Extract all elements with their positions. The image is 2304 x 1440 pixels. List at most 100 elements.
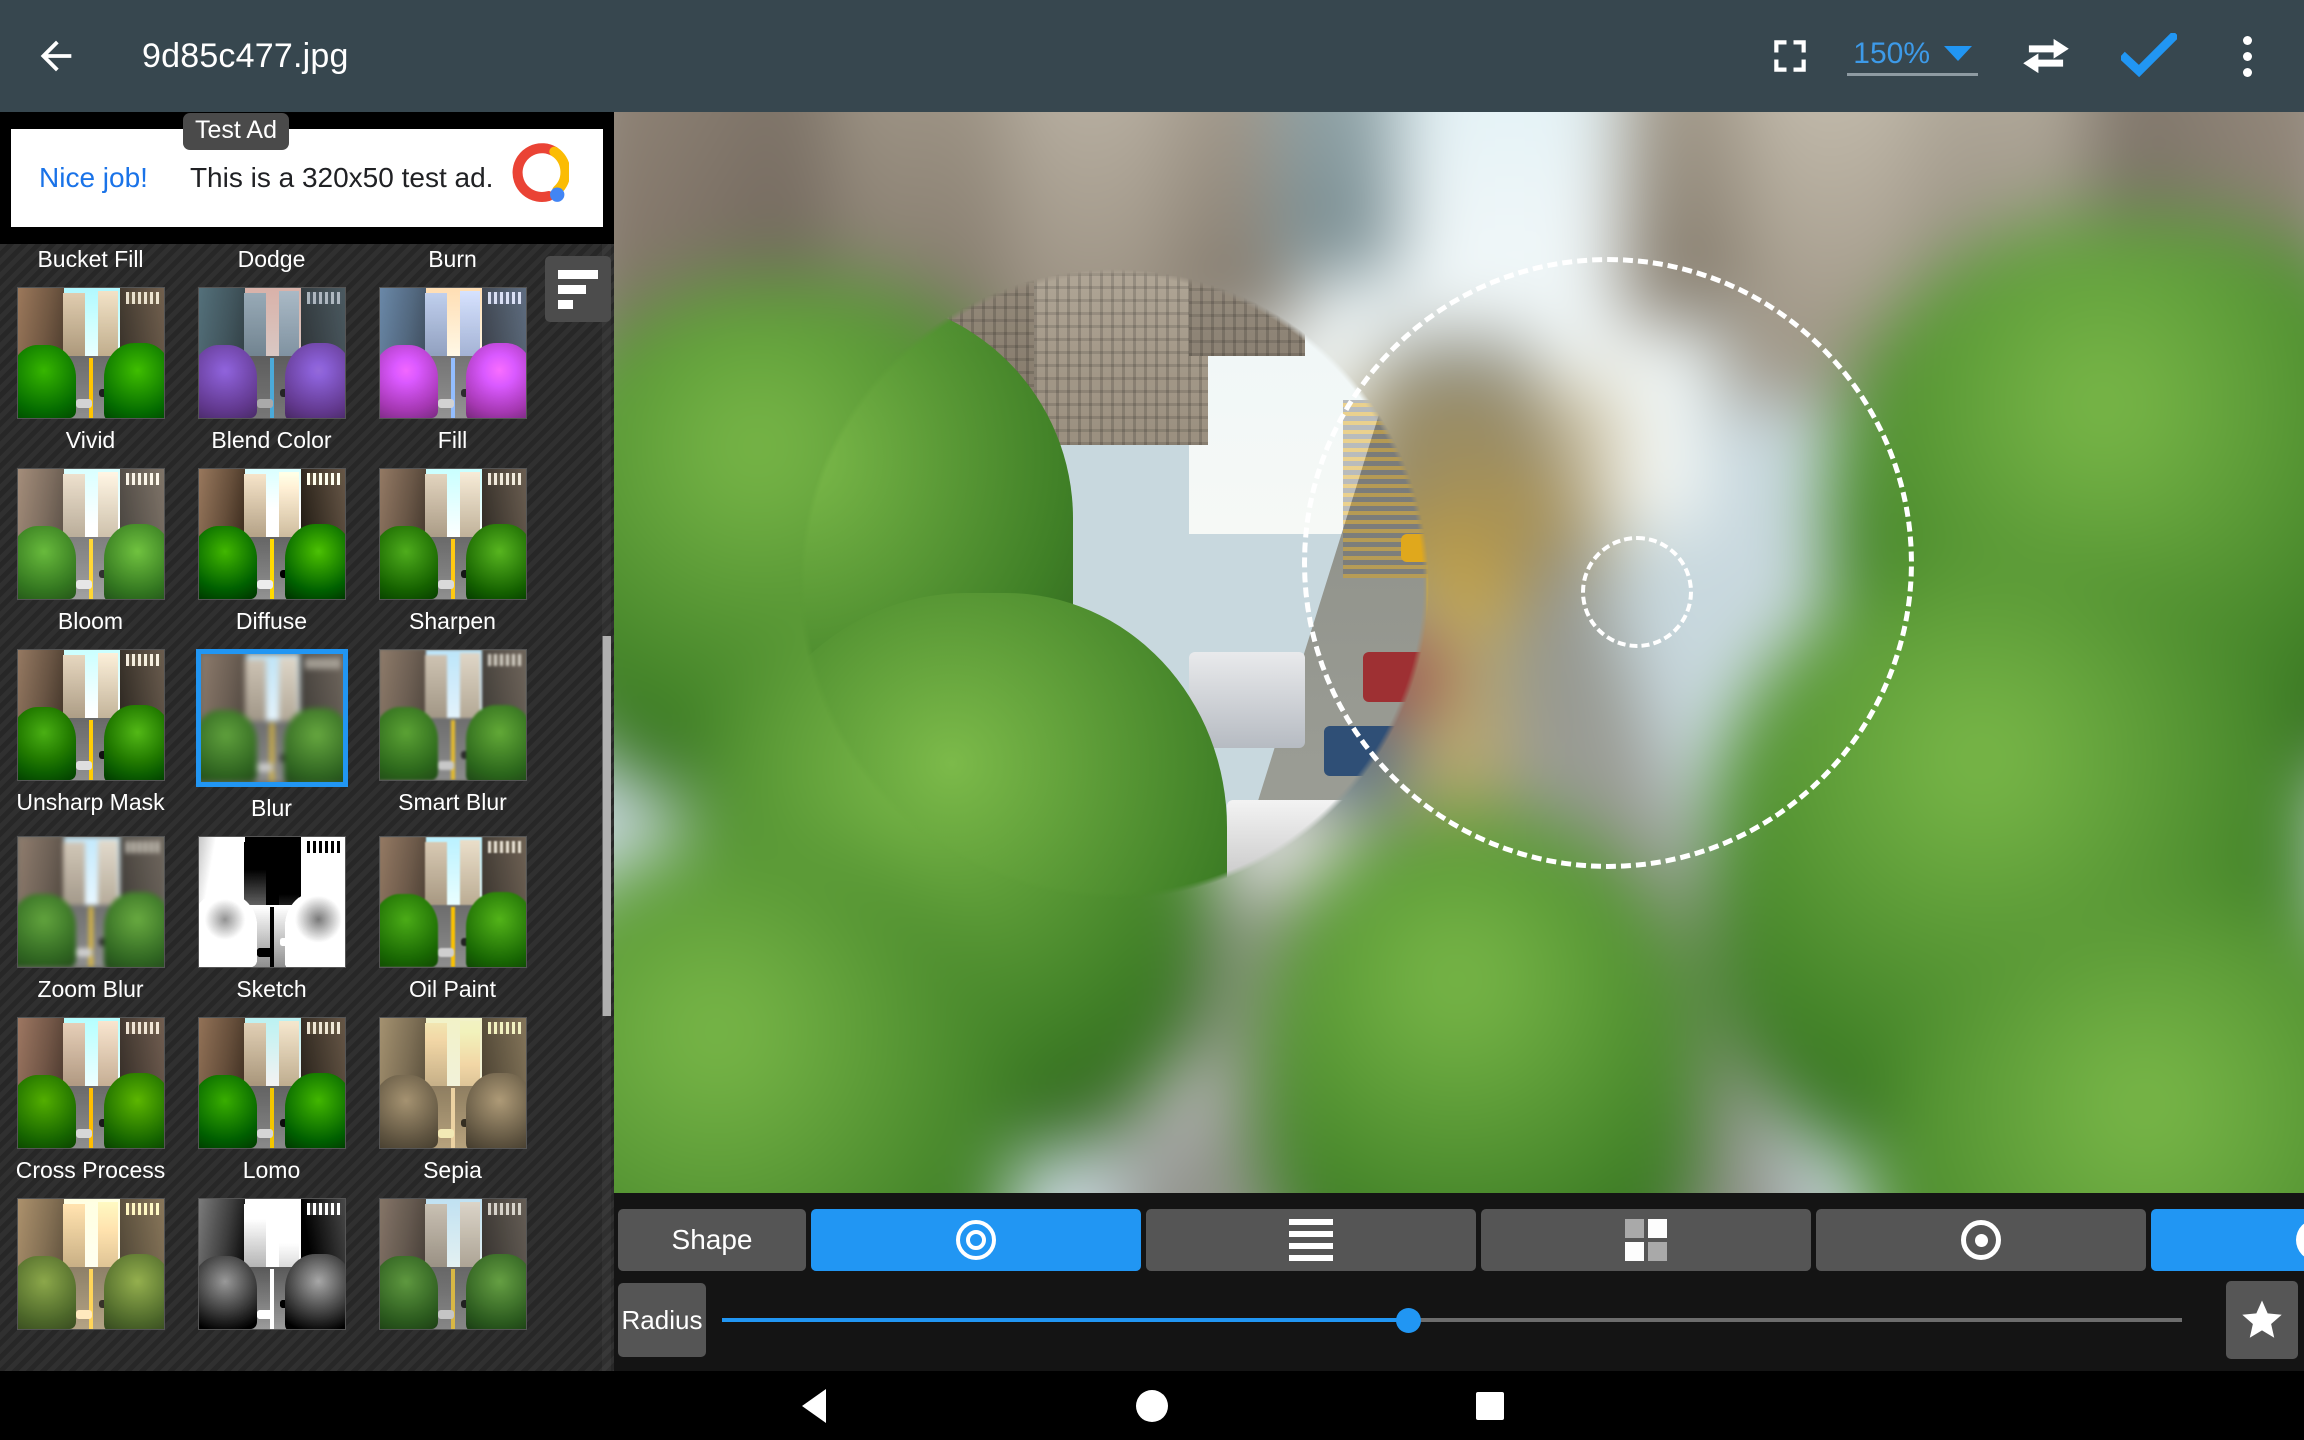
filter-thumbnail [197,1017,346,1149]
filter-label: Oil Paint [409,976,496,1002]
filter-label: Smart Blur [398,789,507,815]
filter-label: Burn [428,246,477,272]
page-title: 9d85c477.jpg [142,36,349,75]
photo-sharp-layer [614,112,2304,1193]
ad-body-text: This is a 320x50 test ad. [189,162,494,193]
filter-thumbnail [197,1198,346,1330]
filter-item-bucket-fill[interactable]: Bucket Fill [0,244,181,273]
filter-item-oil-paint[interactable]: Oil Paint [362,836,543,1003]
radial-point-mask-icon [1961,1220,2001,1260]
filter-label: Blend Color [211,427,332,453]
filter-item-fill[interactable]: Fill [362,287,543,454]
filter-label: Diffuse [235,608,308,634]
zoom-level-value: 150% [1853,36,1930,70]
filter-label: Cross Process [15,1157,166,1183]
filter-label: Bloom [57,608,124,634]
filter-label: Sharpen [409,608,496,634]
app-header: 9d85c477.jpg 150% [0,0,2304,112]
filter-item-20[interactable] [362,1198,543,1338]
filter-label: Lomo [242,1157,301,1183]
filter-item-sepia[interactable]: Sepia [362,1017,543,1184]
filter-label: Vivid [65,427,116,453]
compare-before-after-button[interactable] [1998,0,2094,112]
filter-item-19[interactable] [181,1198,362,1338]
filter-item-blur[interactable]: Blur [181,649,362,822]
checkerboard-mask-icon [1625,1219,1667,1261]
filter-thumbnail [378,836,527,968]
more-vertical-icon [2242,35,2252,77]
photo-editor-app: 9d85c477.jpg 150% Nice job! This is a 32… [0,0,2304,1440]
fullscreen-button[interactable] [1745,0,1835,112]
triangle-back-icon [802,1388,826,1423]
nav-home-button[interactable] [1106,1371,1198,1440]
shape-button-row: Shape [618,1209,2304,1271]
filter-thumbnail [16,836,165,968]
android-navigation-bar [0,1371,2304,1440]
filter-thumbnail [197,468,346,600]
filter-item-zoom-blur[interactable]: Zoom Blur [0,836,181,1003]
filter-thumbnail [378,468,527,600]
filter-item-smart-blur[interactable]: Smart Blur [362,649,543,822]
filter-label: Fill [437,427,468,453]
invert-mask-button[interactable] [2151,1209,2304,1271]
filter-label: Dodge [237,246,306,272]
nav-back-button[interactable] [768,1371,860,1440]
radius-slider-knob[interactable] [1396,1308,1422,1333]
filter-thumbnail [378,1198,527,1330]
filter-thumbnail [378,1017,527,1149]
filter-item-18[interactable] [0,1198,181,1338]
filter-thumbnail [378,287,527,419]
compare-arrows-icon [2023,38,2069,74]
nav-recents-button[interactable] [1444,1371,1536,1440]
filter-item-blend-color[interactable]: Blend Color [181,287,362,454]
filter-item-lomo[interactable]: Lomo [181,1017,362,1184]
radius-control-row: Radius [618,1281,2304,1363]
shape-checkerboard-button[interactable] [1481,1209,1811,1271]
sidebar-scrollbar-thumb[interactable] [602,636,611,1016]
filter-thumbnail [16,468,165,600]
back-button[interactable] [0,0,112,112]
ad-container: Nice job! This is a 320x50 test ad. Test… [0,112,614,244]
filter-item-unsharp-mask[interactable]: Unsharp Mask [0,649,181,822]
radius-slider-fill [722,1318,1409,1322]
star-icon [2242,1300,2282,1338]
filter-list-panel[interactable]: Bucket Fill Dodge Burn Vivid Blend Color Fill… [0,244,614,1371]
ad-link-text[interactable]: Nice job! [39,162,148,194]
zoom-level-selector[interactable]: 150% [1847,33,1978,76]
filter-grid: Bucket Fill Dodge Burn Vivid Blend Color Fill… [0,244,545,1352]
shape-ellipse-button[interactable] [811,1209,1141,1271]
ad-banner[interactable]: Nice job! This is a 320x50 test ad. Test… [11,113,603,227]
fullscreen-icon [1774,40,1807,72]
filter-item-burn[interactable]: Burn [362,244,543,273]
shape-label-button[interactable]: Shape [618,1209,806,1271]
square-recents-icon [1476,1391,1504,1420]
image-canvas[interactable] [614,112,2304,1193]
filter-item-sharpen[interactable]: Sharpen [362,468,543,635]
filter-thumbnail [195,649,348,787]
radius-label-button[interactable]: Radius [618,1283,706,1357]
radius-slider[interactable] [722,1308,2182,1333]
shape-linear-button[interactable] [1146,1209,1476,1271]
filter-item-dodge[interactable]: Dodge [181,244,362,273]
sort-lines-icon [558,269,598,309]
filter-thumbnail [378,649,527,781]
apply-button[interactable] [2094,0,2204,112]
more-options-button[interactable] [2204,0,2290,112]
filter-item-vivid[interactable]: Vivid [0,287,181,454]
admob-logo-icon [512,143,569,202]
filter-thumbnail [16,1017,165,1149]
filter-item-diffuse[interactable]: Diffuse [181,468,362,635]
filter-thumbnail [16,1198,165,1330]
filter-label: Sepia [423,1157,482,1183]
filter-thumbnail [16,649,165,781]
filter-item-sketch[interactable]: Sketch [181,836,362,1003]
shape-radial-point-button[interactable] [1816,1209,2146,1271]
filter-thumbnail [16,287,165,419]
favorite-button[interactable] [2226,1281,2298,1359]
circle-home-icon [1136,1389,1168,1422]
filter-thumbnail [197,836,346,968]
filter-item-cross-process[interactable]: Cross Process [0,1017,181,1184]
filter-sort-button[interactable] [545,256,611,322]
filter-label: Blur [251,795,292,821]
filter-item-bloom[interactable]: Bloom [0,468,181,635]
